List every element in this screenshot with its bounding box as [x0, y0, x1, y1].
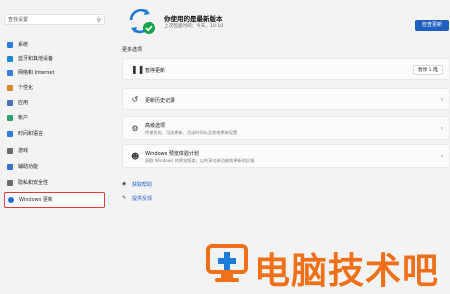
insider-icon: ☻ [131, 152, 140, 161]
search-icon: ⚲ [96, 17, 101, 24]
sidebar-item-personalization[interactable]: 个性化 [4, 82, 105, 94]
pause-duration-select[interactable]: 暂停 1 周 ⌄ [413, 65, 443, 75]
feedback-icon: ✎ [122, 195, 127, 201]
help-icon: ◉ [122, 181, 127, 187]
card-subtitle: 传递优化、可选更新、活动时间以及其他更新设置 [145, 130, 238, 135]
sidebar-item-bluetooth[interactable]: 蓝牙和其他设备 [4, 53, 105, 65]
watermark-text: 电脑技术吧 [254, 251, 440, 292]
check-updates-button[interactable]: 检查更新 [415, 20, 449, 31]
apps-icon [7, 100, 13, 106]
search-input[interactable]: 查找设置 ⚲ [4, 14, 105, 25]
sidebar-item-accessibility[interactable]: 辅助功能 [4, 161, 105, 173]
history-icon: ↺ [131, 95, 139, 104]
network-icon [7, 70, 13, 76]
update-history-card[interactable]: ↺ 更新历史记录 › [122, 88, 450, 110]
settings-sidebar: 查找设置 ⚲ 系统 蓝牙和其他设备 网络和 Internet 个性化 应用 帐户… [0, 0, 112, 290]
search-placeholder: 查找设置 [8, 17, 29, 23]
get-help-link[interactable]: ◉ 获取帮助 [122, 181, 152, 188]
last-checked-text: 上次检查时间：今天，10:10 [164, 24, 224, 29]
sidebar-item-label: 辅助功能 [18, 164, 39, 170]
status-title: 你使用的是最新版本 [164, 15, 223, 23]
chevron-right-icon: › [440, 125, 443, 132]
personalization-icon [7, 85, 13, 91]
watermark-logo-icon [206, 244, 248, 282]
pause-icon: ❚❚ [131, 65, 145, 74]
sidebar-item-label: 帐户 [18, 115, 29, 121]
sidebar-item-gaming[interactable]: 游戏 [4, 145, 105, 157]
watermark: 电脑技术吧 [206, 240, 446, 292]
card-title: 更新历史记录 [145, 98, 176, 104]
gear-icon: ⚙ [131, 124, 139, 133]
privacy-icon [7, 180, 13, 186]
accounts-icon [7, 115, 13, 121]
more-options-heading: 更多选项 [122, 47, 143, 53]
sidebar-item-network[interactable]: 网络和 Internet [4, 67, 105, 79]
pause-updates-card[interactable]: ❚❚ 暂停更新 暂停 1 周 ⌄ [122, 58, 450, 80]
sidebar-item-label: 网络和 Internet [18, 70, 55, 76]
give-feedback-link[interactable]: ✎ 提供反馈 [122, 195, 152, 202]
windows-update-icon [8, 197, 14, 203]
accessibility-icon [7, 164, 13, 170]
bluetooth-icon [7, 56, 13, 62]
sidebar-item-system[interactable]: 系统 [4, 39, 105, 51]
system-icon [7, 42, 13, 48]
sidebar-item-label: 隐私和安全性 [18, 180, 49, 186]
chevron-down-icon: ⌄ [434, 68, 439, 74]
sidebar-item-label: 个性化 [18, 85, 34, 91]
time-language-icon [7, 131, 13, 137]
advanced-options-card[interactable]: ⚙ 高级选项 传递优化、可选更新、活动时间以及其他更新设置 › [122, 116, 450, 140]
sidebar-item-label: 游戏 [18, 148, 29, 154]
sidebar-item-label: 应用 [18, 100, 29, 106]
card-title: 高级选项 [145, 123, 166, 129]
gaming-icon [7, 148, 13, 154]
sidebar-item-privacy[interactable]: 隐私和安全性 [4, 177, 105, 189]
sidebar-item-label: 系统 [18, 42, 29, 48]
update-status-icon [129, 8, 155, 34]
sidebar-item-label: Windows 更新 [19, 197, 53, 203]
card-subtitle: 获取 Windows 的预览版本，以共享对新功能和更新的反馈 [145, 158, 255, 163]
card-title: Windows 预览体验计划 [145, 151, 199, 157]
sidebar-item-apps[interactable]: 应用 [4, 97, 105, 109]
sidebar-item-label: 蓝牙和其他设备 [18, 56, 54, 62]
give-feedback-label: 提供反馈 [132, 196, 153, 202]
chevron-right-icon: › [440, 153, 443, 160]
sidebar-item-time-language[interactable]: 时间和语言 [4, 128, 105, 140]
sidebar-item-windows-update[interactable]: Windows 更新 [4, 192, 105, 208]
chevron-right-icon: › [440, 96, 443, 103]
insider-program-card[interactable]: ☻ Windows 预览体验计划 获取 Windows 的预览版本，以共享对新功… [122, 144, 450, 168]
get-help-label: 获取帮助 [132, 182, 153, 188]
sidebar-item-accounts[interactable]: 帐户 [4, 112, 105, 124]
card-title: 暂停更新 [145, 68, 166, 74]
sidebar-item-label: 时间和语言 [18, 131, 44, 137]
